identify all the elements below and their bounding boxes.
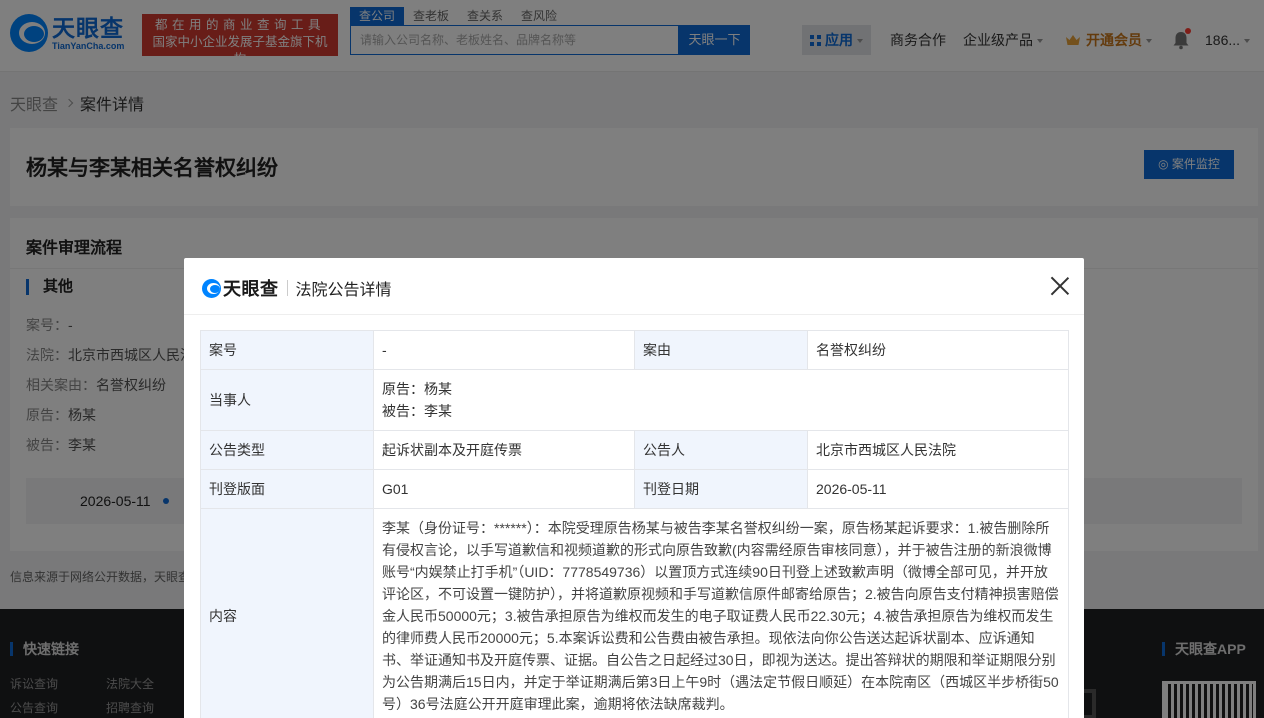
case-no-label: 案号: [200, 330, 374, 370]
modal-logo: 天眼查 法院公告详情: [202, 275, 392, 301]
plaintiff-value: 原告：杨某: [382, 381, 452, 397]
content-label: 内容: [200, 508, 374, 718]
divider: [286, 280, 288, 296]
modal-header: 天眼查 法院公告详情: [184, 258, 1084, 315]
announcer-label: 公告人: [634, 430, 808, 470]
defendant-value: 被告：李某: [382, 403, 452, 419]
notice-type-value: 起诉状副本及开庭传票: [373, 430, 635, 470]
announcer-value: 北京市西城区人民法院: [807, 430, 1069, 470]
notice-type-label: 公告类型: [200, 430, 374, 470]
table-row: 刊登版面 G01 刊登日期 2026-05-11: [200, 469, 1069, 509]
case-no-value: -: [373, 330, 635, 370]
party-value: 原告：杨某 被告：李某: [373, 369, 1069, 431]
court-notice-modal: 天眼查 法院公告详情 案号 - 案由 名誉权纠纷 当事人 原告：杨某 被告：李某…: [184, 258, 1084, 718]
notice-detail-table: 案号 - 案由 名誉权纠纷 当事人 原告：杨某 被告：李某 公告类型 起诉状副本…: [200, 330, 1069, 718]
tianyancha-logo-icon: [202, 278, 221, 298]
publish-date-label: 刊登日期: [634, 469, 808, 509]
party-label: 当事人: [200, 369, 374, 431]
table-row: 内容 李某（身份证号：******）：本院受理原告杨某与被告李某名誉权纠纷一案，…: [200, 508, 1069, 718]
cause-label: 案由: [634, 330, 808, 370]
close-icon[interactable]: [1050, 276, 1070, 296]
modal-logo-text: 天眼查: [223, 279, 279, 299]
cause-value: 名誉权纠纷: [807, 330, 1069, 370]
page-value: G01: [373, 469, 635, 509]
table-row: 公告类型 起诉状副本及开庭传票 公告人 北京市西城区人民法院: [200, 430, 1069, 470]
table-row: 案号 - 案由 名誉权纠纷: [200, 330, 1069, 370]
page-label: 刊登版面: [200, 469, 374, 509]
content-value: 李某（身份证号：******）：本院受理原告杨某与被告李某名誉权纠纷一案，原告杨…: [373, 508, 1069, 718]
publish-date-value: 2026-05-11: [807, 469, 1069, 509]
table-row: 当事人 原告：杨某 被告：李某: [200, 369, 1069, 431]
modal-title: 法院公告详情: [295, 282, 392, 299]
